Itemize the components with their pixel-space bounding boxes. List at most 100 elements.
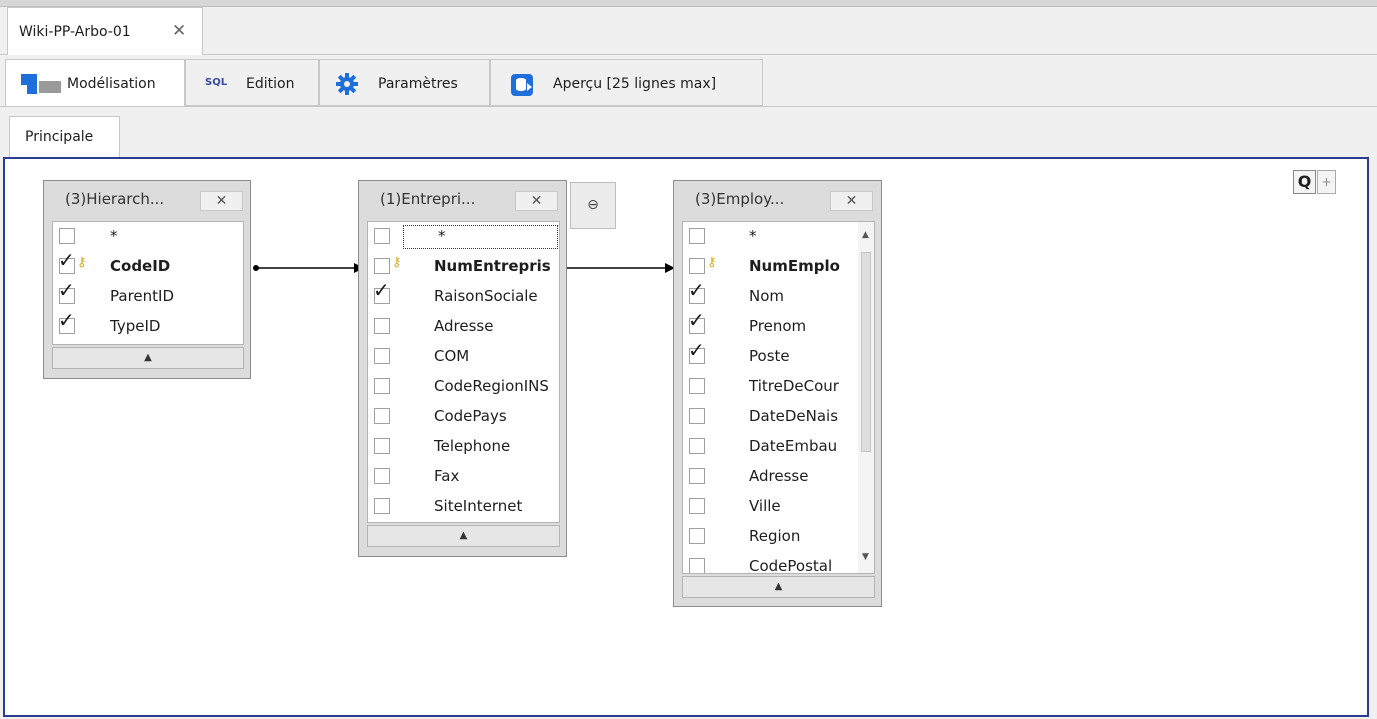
- field-row-coderegionins[interactable]: CodeRegionINS: [368, 372, 559, 402]
- field-checkbox[interactable]: [374, 468, 390, 484]
- relation-hierarchie-entreprise: [253, 263, 364, 273]
- field-name: CodePays: [434, 407, 507, 425]
- field-row-adresse[interactable]: Adresse: [368, 312, 559, 342]
- table-header[interactable]: (3)Hierarch... ✕: [44, 181, 250, 219]
- field-name: SiteInternet: [434, 497, 523, 515]
- field-name: Nom: [749, 287, 785, 305]
- field-row-codeid[interactable]: ✓ ⚷ CodeID: [53, 248, 243, 282]
- field-checkbox[interactable]: [689, 498, 705, 514]
- field-name: *: [749, 227, 757, 245]
- field-row-telephone[interactable]: Telephone: [368, 432, 559, 462]
- scroll-down-icon[interactable]: ▼: [862, 552, 869, 562]
- field-checkbox[interactable]: [689, 528, 705, 544]
- field-row-region[interactable]: Region: [683, 522, 874, 552]
- checkmark-icon: ✓: [58, 278, 75, 302]
- focus-outline: [403, 225, 558, 249]
- field-row-star[interactable]: *: [368, 222, 559, 252]
- table-title: (1)Entrepri...: [380, 190, 476, 208]
- field-checkbox[interactable]: [689, 378, 705, 394]
- field-name: ParentID: [110, 287, 174, 305]
- field-row-poste[interactable]: ✓ Poste: [683, 338, 874, 372]
- relation-entreprise-employe: [566, 263, 675, 273]
- field-row-adresse[interactable]: Adresse: [683, 462, 874, 492]
- checkmark-icon: ✓: [688, 308, 705, 332]
- table-title: (3)Employ...: [695, 190, 785, 208]
- field-name: Poste: [749, 347, 790, 365]
- field-checkbox[interactable]: [374, 498, 390, 514]
- key-icon: ⚷: [392, 255, 402, 270]
- table-header[interactable]: (3)Employ... ✕: [674, 181, 881, 219]
- field-row-parentid[interactable]: ✓ ParentID: [53, 278, 243, 312]
- field-checkbox[interactable]: [374, 228, 390, 244]
- field-name: Ville: [749, 497, 781, 515]
- field-row-ville[interactable]: Ville: [683, 492, 874, 522]
- field-row-fax[interactable]: Fax: [368, 462, 559, 492]
- close-table-icon[interactable]: ✕: [515, 191, 558, 211]
- checkmark-icon: ✓: [58, 308, 75, 332]
- field-checkbox[interactable]: [689, 468, 705, 484]
- collapse-button[interactable]: ▲: [367, 525, 560, 547]
- field-name: CodeID: [110, 257, 171, 275]
- field-name: *: [438, 227, 446, 245]
- table-employe[interactable]: (3)Employ... ✕ * ⚷ NumEmplo ✓ Nom ✓ Pren…: [673, 180, 882, 607]
- field-name: Region: [749, 527, 801, 545]
- field-name: Adresse: [434, 317, 494, 335]
- field-row-star[interactable]: *: [683, 222, 874, 252]
- field-row-codepostal[interactable]: CodePostal: [683, 552, 874, 574]
- field-name: Telephone: [434, 437, 511, 455]
- field-row-prenom[interactable]: ✓ Prenom: [683, 308, 874, 342]
- field-name: DateDeNais: [749, 407, 839, 425]
- scroll-thumb[interactable]: [861, 252, 871, 452]
- field-checkbox[interactable]: [59, 228, 75, 244]
- checkmark-icon: ✓: [688, 338, 705, 362]
- field-row-datedenaissance[interactable]: DateDeNais: [683, 402, 874, 432]
- field-list: * ⚷ NumEntrepris ✓ RaisonSociale Adresse…: [367, 221, 560, 523]
- field-name: NumEntrepris: [434, 257, 551, 275]
- field-name: Adresse: [749, 467, 809, 485]
- field-row-star[interactable]: *: [53, 222, 243, 252]
- close-table-icon[interactable]: ✕: [830, 191, 873, 211]
- collapse-button[interactable]: ▲: [52, 347, 244, 369]
- field-checkbox[interactable]: [374, 348, 390, 364]
- table-entreprise[interactable]: (1)Entrepri... ✕ * ⚷ NumEntrepris ✓ Rais…: [358, 180, 567, 557]
- field-checkbox[interactable]: [374, 438, 390, 454]
- field-name: CodePostal: [749, 557, 833, 574]
- field-row-dateembauche[interactable]: DateEmbau: [683, 432, 874, 462]
- field-row-nom[interactable]: ✓ Nom: [683, 279, 874, 312]
- table-hierarchie[interactable]: (3)Hierarch... ✕ * ✓ ⚷ CodeID ✓ ParentID…: [43, 180, 251, 379]
- field-row-com[interactable]: COM: [368, 342, 559, 372]
- field-row-typeid[interactable]: ✓ TypeID: [53, 308, 243, 342]
- link-button[interactable]: ⊖: [570, 182, 616, 229]
- chain-link-icon: ⊖: [587, 197, 599, 213]
- field-checkbox[interactable]: [374, 408, 390, 424]
- field-row-codepays[interactable]: CodePays: [368, 402, 559, 432]
- field-checkbox[interactable]: [689, 258, 705, 274]
- field-checkbox[interactable]: [374, 258, 390, 274]
- query-button[interactable]: Q: [1293, 170, 1316, 194]
- field-row-numemploye[interactable]: ⚷ NumEmplo: [683, 252, 874, 282]
- collapse-button[interactable]: ▲: [682, 576, 875, 598]
- field-checkbox[interactable]: [689, 408, 705, 424]
- field-name: Fax: [434, 467, 460, 485]
- field-name: TypeID: [110, 317, 161, 335]
- field-row-raisonsociale[interactable]: ✓ RaisonSociale: [368, 279, 559, 312]
- field-checkbox[interactable]: [689, 228, 705, 244]
- close-table-icon[interactable]: ✕: [200, 191, 243, 211]
- field-name: NumEmplo: [749, 257, 840, 275]
- field-checkbox[interactable]: [374, 318, 390, 334]
- field-checkbox[interactable]: [689, 438, 705, 454]
- table-header[interactable]: (1)Entrepri... ✕: [359, 181, 566, 219]
- scroll-up-icon[interactable]: ▲: [862, 230, 869, 240]
- field-name: Prenom: [749, 317, 807, 335]
- field-name: COM: [434, 347, 470, 365]
- field-checkbox[interactable]: [689, 558, 705, 573]
- field-row-siteinternet[interactable]: SiteInternet: [368, 492, 559, 522]
- field-checkbox[interactable]: [374, 378, 390, 394]
- field-row-titredecourtoisie[interactable]: TitreDeCour: [683, 372, 874, 402]
- checkmark-icon: ✓: [58, 248, 75, 272]
- chevron-up-icon: ▲: [774, 581, 783, 592]
- zoom-in-button[interactable]: +: [1317, 170, 1336, 194]
- vertical-scrollbar[interactable]: ▲ ▼: [858, 222, 874, 573]
- table-title: (3)Hierarch...: [65, 190, 165, 208]
- field-row-numentreprise[interactable]: ⚷ NumEntrepris: [368, 252, 559, 282]
